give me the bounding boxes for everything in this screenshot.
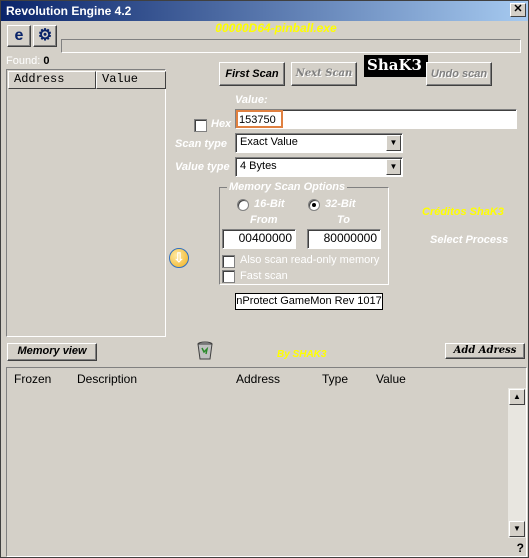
column-type[interactable]: Type [322, 372, 348, 386]
memory-scan-options-title: Memory Scan Options [227, 181, 348, 193]
recycle-bin-icon[interactable] [194, 339, 216, 361]
value-type-select[interactable]: 4 Bytes ▼ [235, 157, 403, 177]
value-type-value: 4 Bytes [240, 160, 277, 172]
found-count: 0 [43, 55, 50, 67]
scan-type-select[interactable]: Exact Value ▼ [235, 133, 403, 153]
scroll-up-icon[interactable]: ▲ [509, 389, 525, 405]
client-area: e ⚙ 00000D64-pinball.exe Found: 0 Addres… [1, 21, 528, 557]
scan-type-value: Exact Value [240, 136, 298, 148]
settings-button[interactable]: ⚙ [33, 25, 57, 47]
result-column-address[interactable]: Address [8, 71, 96, 89]
next-scan-button[interactable]: Next Scan [291, 62, 357, 86]
result-column-value[interactable]: Value [96, 71, 166, 89]
readonly-memory-checkbox[interactable] [222, 255, 235, 268]
scan-type-label: Scan type [175, 138, 227, 150]
scan-progress-bar [61, 39, 521, 53]
column-address[interactable]: Address [236, 372, 280, 386]
from-label: From [250, 214, 278, 226]
undo-scan-label: Undo scan [430, 68, 488, 80]
column-value[interactable]: Value [376, 372, 406, 386]
fast-scan-checkbox[interactable] [222, 270, 235, 283]
next-scan-label: Next Scan [295, 68, 353, 79]
protect-status: nProtect GameMon Rev 1017 [235, 293, 383, 310]
to-address-input[interactable]: 80000000 [307, 229, 381, 249]
hex-label: Hex [211, 118, 232, 130]
process-name: 00000D64-pinball.exe [215, 21, 337, 35]
help-icon[interactable]: ? [517, 541, 524, 555]
open-process-icon: ⚙ [37, 27, 53, 44]
close-button[interactable]: ✕ [510, 3, 526, 17]
value-input-text: 153750 [239, 114, 276, 126]
label-16-bit: 16-Bit [254, 198, 285, 210]
main-window: Revolution Engine 4.2 ✕ e ⚙ 00000D64-pin… [0, 0, 529, 558]
label-32-bit: 32-Bit [325, 198, 356, 210]
title-bar[interactable]: Revolution Engine 4.2 ✕ [1, 1, 528, 21]
column-frozen[interactable]: Frozen [14, 372, 51, 386]
address-table[interactable]: Frozen Description Address Type Value ▲ … [6, 367, 527, 557]
memory-view-button[interactable]: Memory view [7, 343, 97, 361]
readonly-memory-label: Also scan read-only memory [240, 254, 380, 266]
by-shak3-label: By SHAK3 [277, 349, 327, 360]
value-input[interactable]: 153750 [235, 109, 517, 129]
add-address-button[interactable]: Add Adress [445, 343, 525, 359]
credits-label: Créditos ShaK3 [422, 206, 504, 218]
found-label: Found: 0 [6, 55, 49, 67]
close-icon: ✕ [513, 3, 523, 15]
add-address-label: Add Adress [453, 345, 517, 356]
shak3-logo: ShaK3 [364, 55, 428, 77]
radio-32-bit[interactable] [308, 199, 320, 211]
from-address-input[interactable]: 00400000 [222, 229, 296, 249]
fast-scan-label: Fast scan [240, 270, 288, 282]
first-scan-label: First Scan [225, 68, 279, 80]
ie-globe-icon: e [14, 27, 24, 44]
undo-scan-button[interactable]: Undo scan [426, 62, 492, 86]
hex-checkbox[interactable] [194, 119, 207, 132]
radio-16-bit[interactable] [237, 199, 249, 211]
open-process-button[interactable]: e [7, 25, 31, 47]
chevron-down-icon[interactable]: ▼ [386, 159, 401, 175]
window-title: Revolution Engine 4.2 [6, 4, 132, 18]
value-type-label: Value type [175, 161, 230, 173]
arrow-down-icon: ⇩ [173, 250, 185, 265]
vertical-scrollbar[interactable]: ▲ ▼ [508, 388, 526, 538]
scroll-down-icon[interactable]: ▼ [509, 521, 525, 537]
result-list[interactable]: Address Value [6, 69, 166, 337]
add-to-list-button[interactable]: ⇩ [169, 248, 189, 268]
chevron-down-icon[interactable]: ▼ [386, 135, 401, 151]
found-text: Found: [6, 55, 41, 67]
select-process-label[interactable]: Select Process [430, 234, 508, 246]
column-description[interactable]: Description [77, 372, 137, 386]
to-label: To [337, 214, 351, 226]
first-scan-button[interactable]: First Scan [219, 62, 285, 86]
memory-view-label: Memory view [17, 345, 87, 357]
value-label: Value: [235, 94, 268, 106]
